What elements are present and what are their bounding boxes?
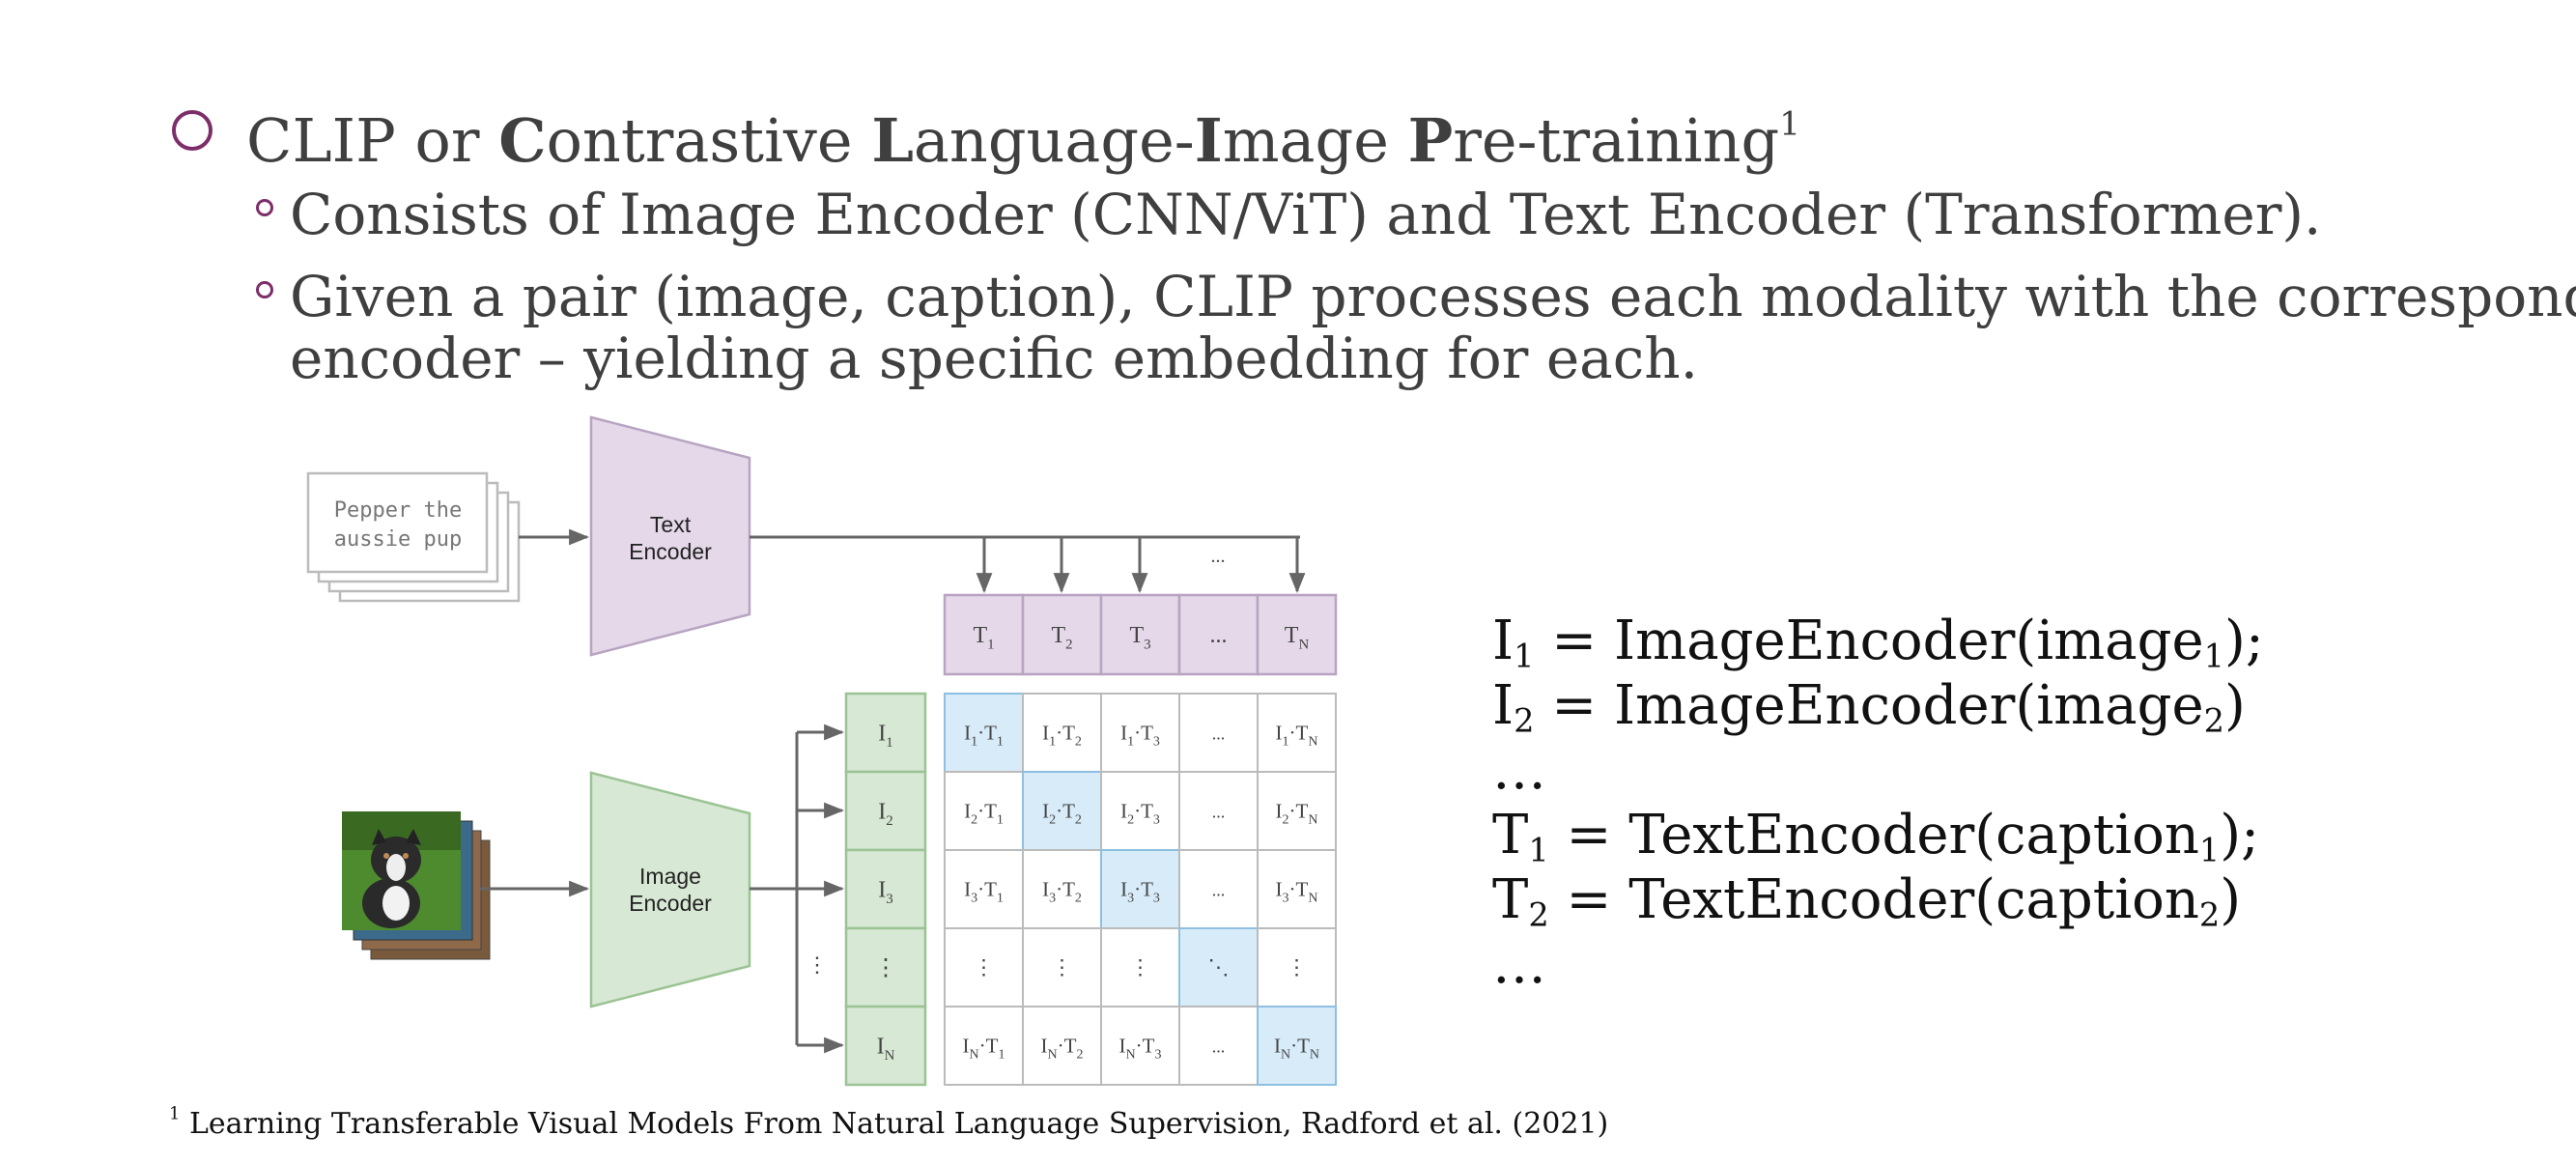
- image-encoder-label-1: Image: [639, 864, 701, 889]
- text-encoder-label-1: Text: [650, 512, 692, 537]
- matrix-vdots: ⋮: [1287, 955, 1308, 979]
- image-token-arrows: [750, 724, 845, 1054]
- matrix-ellipsis: ...: [1212, 1037, 1226, 1057]
- caption-card-stack: Pepper the aussie pup: [306, 471, 521, 603]
- equation-row: T1 = TextEncoder(caption1);: [1492, 804, 2260, 869]
- image-encoder-label-2: Encoder: [629, 891, 712, 916]
- text-token-arrows: [976, 537, 1306, 594]
- matrix-ddots: ⋱: [1208, 955, 1230, 979]
- matrix-ellipsis: ...: [1212, 803, 1226, 822]
- image-token-cell: [844, 1005, 927, 1087]
- matrix-vdots: ⋮: [1130, 955, 1151, 979]
- text-token-label: ...: [1210, 623, 1228, 648]
- matrix-vdots: ⋮: [974, 955, 995, 979]
- footnote: 1 Learning Transferable Visual Models Fr…: [169, 1103, 1609, 1141]
- text-token-row: T1 T2 T3... TN: [943, 593, 1338, 676]
- matrix-ellipsis: ...: [1212, 724, 1226, 744]
- equations: I1 = ImageEncoder(image1); I2 = ImageEnc…: [1492, 609, 2264, 997]
- top-ellipsis: ...: [1211, 546, 1226, 567]
- similarity-matrix: I1·T1 I1·T2 I1·T3... I1·TNI2·T1 I2·T2 I2·T3..…: [944, 693, 1337, 1086]
- equation-row: …: [1492, 739, 1546, 802]
- side-vdots: ⋮: [807, 952, 828, 977]
- image-token-label: ⋮: [874, 956, 897, 981]
- equation-row: T2 = TextEncoder(caption2): [1492, 868, 2242, 934]
- image-stack: [342, 811, 491, 960]
- matrix-vdots: ⋮: [1052, 955, 1073, 979]
- image-token-column: I1I2I3⋮IN: [844, 692, 927, 1087]
- matrix-ellipsis: ...: [1212, 881, 1226, 900]
- text-encoder-label-2: Encoder: [629, 539, 712, 564]
- equation-row: I2 = ImageEncoder(image2): [1492, 674, 2246, 740]
- equation-row: …: [1492, 933, 1546, 996]
- puppy-photo: [342, 811, 461, 930]
- image-encoder-block: [589, 771, 751, 1008]
- caption-line-1: Pepper the: [334, 498, 462, 523]
- equation-row: I1 = ImageEncoder(image1);: [1492, 610, 2264, 675]
- caption-line-2: aussie pup: [334, 527, 462, 552]
